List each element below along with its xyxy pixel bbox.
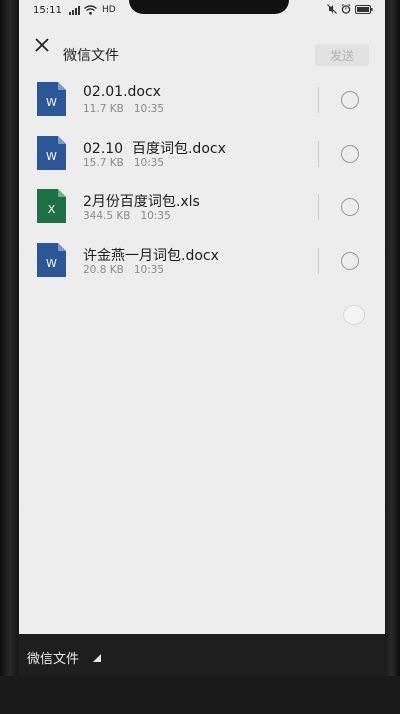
file-size: 20.8 KB bbox=[83, 263, 124, 276]
phone-frame-left bbox=[0, 0, 18, 714]
dropdown-caret-icon[interactable] bbox=[93, 654, 101, 662]
row-divider bbox=[318, 194, 319, 220]
network-label: HD bbox=[102, 5, 116, 15]
file-list: W 02.01.docx 11.7 KB 10:35 W 02.10 百度词包.… bbox=[19, 72, 385, 286]
status-right-icons bbox=[327, 4, 373, 14]
file-meta: 11.7 KB 10:35 bbox=[83, 103, 164, 115]
file-name: 2月份百度词包.xls bbox=[83, 194, 200, 210]
file-row[interactable]: W 许金燕一月词包.docx 20.8 KB 10:35 bbox=[19, 233, 385, 287]
file-meta: 344.5 KB 10:35 bbox=[83, 210, 171, 222]
camera-notch bbox=[129, 0, 289, 14]
faint-radio bbox=[343, 305, 365, 325]
header: 微信文件 发送 bbox=[19, 22, 385, 70]
select-radio[interactable] bbox=[341, 251, 359, 270]
file-meta: 20.8 KB 10:35 bbox=[83, 264, 164, 276]
mute-icon bbox=[327, 4, 337, 14]
file-size: 11.7 KB bbox=[83, 103, 124, 115]
close-icon[interactable] bbox=[29, 32, 55, 58]
file-name: 02.01.docx bbox=[83, 84, 161, 100]
word-file-icon: W bbox=[37, 242, 66, 277]
file-icon-letter: W bbox=[46, 96, 57, 109]
send-button[interactable]: 发送 bbox=[315, 44, 369, 66]
file-time: 10:35 bbox=[133, 103, 165, 115]
app-screen: 15:11 HD 微信文件 发送 W 02.01.docx 11.7 KB 10… bbox=[19, 0, 385, 676]
file-row[interactable]: W 02.01.docx 11.7 KB 10:35 bbox=[19, 72, 385, 126]
file-icon-letter: X bbox=[48, 203, 56, 216]
status-time: 15:11 bbox=[33, 5, 62, 16]
page-title: 微信文件 bbox=[63, 48, 119, 64]
select-radio[interactable] bbox=[341, 198, 359, 216]
file-meta: 15.7 KB 10:35 bbox=[83, 157, 164, 169]
row-divider bbox=[318, 247, 319, 274]
file-icon-letter: W bbox=[46, 257, 57, 270]
status-left-icons: HD bbox=[69, 4, 116, 15]
alarm-icon bbox=[341, 4, 351, 14]
excel-file-icon: X bbox=[37, 189, 66, 223]
file-size: 344.5 KB bbox=[83, 210, 131, 222]
file-name: 许金燕一月词包.docx bbox=[83, 247, 219, 264]
wifi-icon bbox=[84, 4, 97, 15]
file-name: 02.10 百度词包.docx bbox=[83, 140, 226, 157]
row-divider bbox=[318, 87, 319, 113]
folder-selector[interactable]: 微信文件 bbox=[27, 648, 79, 667]
file-time: 10:35 bbox=[133, 156, 165, 169]
file-time: 10:35 bbox=[133, 263, 165, 276]
phone-frame-right bbox=[384, 0, 400, 714]
file-icon-letter: W bbox=[46, 150, 57, 163]
word-file-icon: W bbox=[37, 82, 66, 116]
bottom-bar: 微信文件 bbox=[19, 634, 385, 676]
select-radio[interactable] bbox=[341, 91, 359, 109]
file-size: 15.7 KB bbox=[83, 156, 124, 169]
battery-icon bbox=[355, 4, 373, 14]
signal-icon bbox=[69, 5, 80, 15]
status-bar: 15:11 HD bbox=[19, 0, 385, 22]
file-row[interactable]: W 02.10 百度词包.docx 15.7 KB 10:35 bbox=[19, 126, 385, 180]
phone-frame-bottom bbox=[0, 676, 400, 714]
file-time: 10:35 bbox=[140, 210, 171, 222]
row-divider bbox=[318, 140, 319, 167]
select-radio[interactable] bbox=[341, 144, 359, 163]
word-file-icon: W bbox=[37, 135, 66, 170]
file-row[interactable]: X 2月份百度词包.xls 344.5 KB 10:35 bbox=[19, 179, 385, 233]
